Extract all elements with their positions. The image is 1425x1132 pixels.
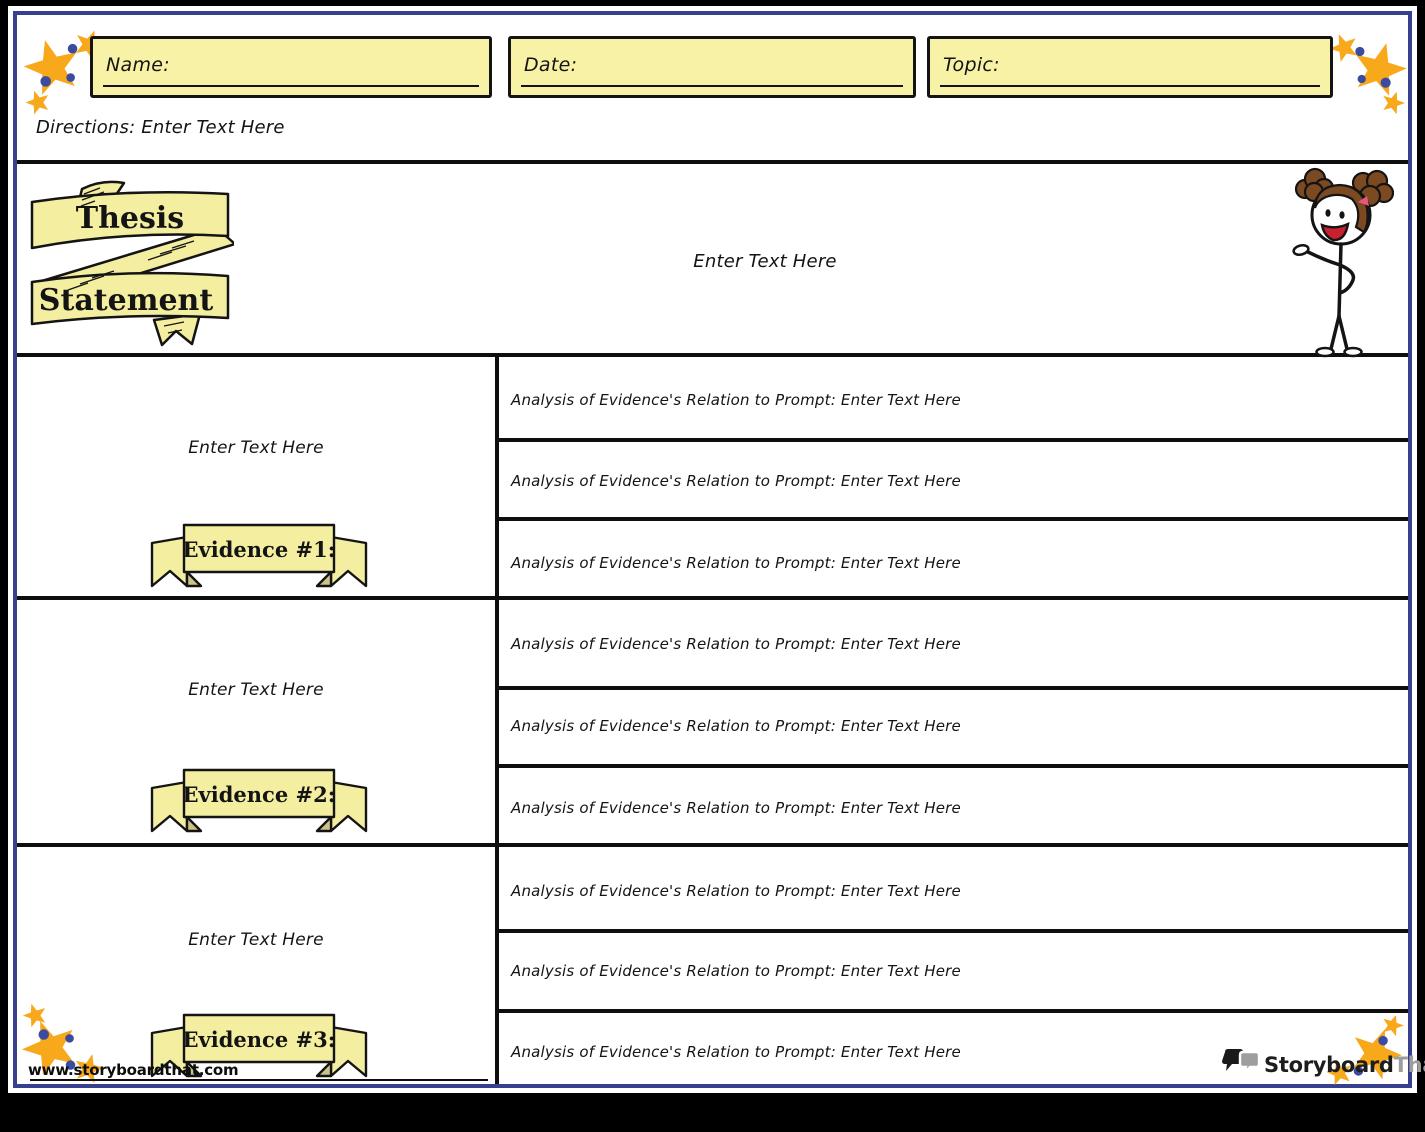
pointing-girl-illustration [1288, 166, 1394, 358]
evidence-2-banner-label: Evidence #2: [183, 782, 336, 807]
star-cluster-icon [1324, 20, 1416, 116]
table-row-divider [495, 1009, 1408, 1013]
topic-field-label: Topic: [943, 54, 1000, 76]
analysis-cell[interactable]: Analysis of Evidence's Relation to Promp… [511, 470, 1391, 492]
analysis-cell[interactable]: Analysis of Evidence's Relation to Promp… [511, 960, 1391, 982]
directions-text: Directions: Enter Text Here [36, 117, 285, 138]
field-underline [103, 85, 479, 87]
thesis-ribbon-text-bottom: Statement [39, 283, 214, 318]
analysis-cell[interactable]: Analysis of Evidence's Relation to Promp… [511, 552, 1391, 574]
evidence-2-text[interactable]: Enter Text Here [17, 679, 495, 701]
evidence-3-banner-label: Evidence #3: [183, 1027, 336, 1052]
analysis-cell[interactable]: Analysis of Evidence's Relation to Promp… [511, 389, 1391, 411]
field-underline [940, 85, 1320, 87]
evidence-1-banner-label: Evidence #1: [183, 537, 336, 562]
table-border [17, 353, 1408, 357]
analysis-cell[interactable]: Analysis of Evidence's Relation to Promp… [511, 715, 1391, 737]
website-url: www.storyboardthat.com [28, 1061, 238, 1079]
analysis-cell[interactable]: Analysis of Evidence's Relation to Promp… [511, 633, 1391, 655]
thesis-statement-text[interactable]: Enter Text Here [480, 251, 1050, 272]
logo-text-storyboard: Storyboard [1264, 1053, 1394, 1077]
analysis-cell[interactable]: Analysis of Evidence's Relation to Promp… [511, 880, 1391, 902]
speech-bubbles-logo-icon [1222, 1048, 1264, 1080]
name-field[interactable]: Name: [90, 36, 492, 98]
topic-field[interactable]: Topic: [927, 36, 1333, 98]
table-row-divider [495, 686, 1408, 690]
table-row-divider [495, 929, 1408, 933]
evidence-3-text[interactable]: Enter Text Here [17, 929, 495, 951]
table-row-divider [495, 764, 1408, 768]
evidence-1-banner: Evidence #1: [149, 516, 369, 594]
date-field-label: Date: [524, 54, 577, 76]
table-row-divider [495, 517, 1408, 521]
table-border [17, 596, 1408, 600]
field-underline [521, 85, 903, 87]
name-field-label: Name: [106, 54, 170, 76]
date-field[interactable]: Date: [508, 36, 916, 98]
table-column-divider [495, 353, 499, 1084]
table-border [17, 843, 1408, 847]
evidence-2-banner: Evidence #2: [149, 761, 369, 839]
evidence-1-text[interactable]: Enter Text Here [17, 437, 495, 459]
thesis-ribbon-banner: Thesis Statement [22, 170, 234, 348]
table-row-divider [495, 438, 1408, 442]
url-underline [30, 1079, 488, 1081]
storyboardthat-logo: StoryboardThat [1264, 1053, 1425, 1077]
table-border [17, 160, 1408, 164]
logo-text-that: That [1394, 1053, 1425, 1077]
analysis-cell[interactable]: Analysis of Evidence's Relation to Promp… [511, 797, 1391, 819]
thesis-ribbon-text-top: Thesis [76, 201, 184, 236]
